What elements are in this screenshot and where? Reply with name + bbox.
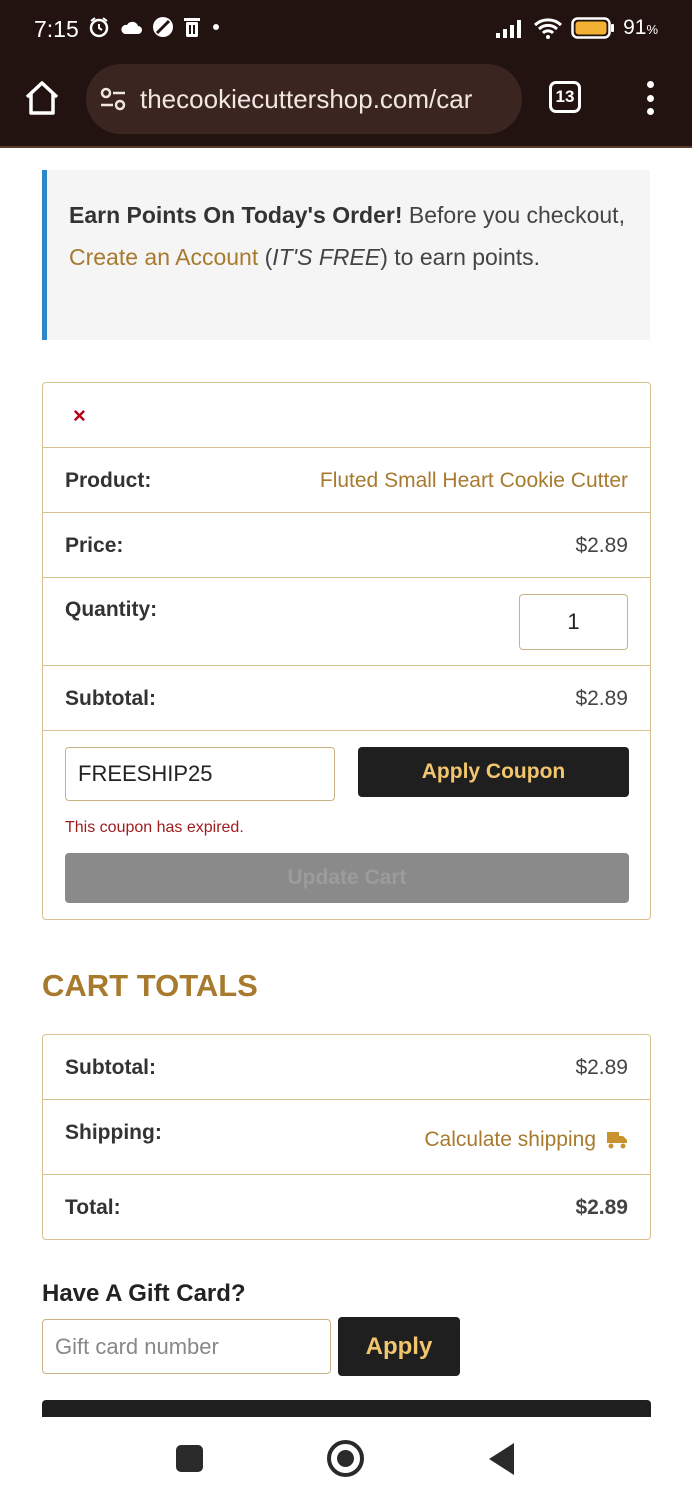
points-text-3: ) to earn points. [380, 244, 541, 270]
status-bar: 7:15 91% [0, 0, 692, 62]
quantity-label: Quantity: [65, 598, 158, 621]
status-time: 7:15 [34, 16, 79, 42]
total-value: $2.89 [575, 1196, 628, 1219]
update-cart-button[interactable]: Update Cart [65, 853, 629, 903]
browser-toolbar: thecookiecuttershop.com/car 13 [0, 62, 692, 148]
cart-row-remove: × [43, 383, 650, 448]
battery-icon [571, 17, 615, 39]
totals-row-shipping: Shipping: Calculate shipping [43, 1100, 650, 1175]
trash-icon [184, 18, 200, 37]
totals-subtotal-label: Subtotal: [65, 1056, 156, 1079]
signal-icon [496, 20, 522, 38]
circle-slash-icon [153, 17, 173, 37]
site-settings-icon[interactable] [98, 84, 128, 114]
apply-coupon-button[interactable]: Apply Coupon [358, 747, 629, 797]
product-label: Product: [65, 469, 152, 492]
cart-row-product: Product: Fluted Small Heart Cookie Cutte… [43, 448, 650, 513]
tab-switcher-button[interactable]: 13 [549, 81, 581, 113]
subtotal-label: Subtotal: [65, 687, 156, 710]
cart-row-quantity: Quantity: 1 [43, 578, 650, 666]
price-label: Price: [65, 534, 124, 557]
points-free-text: IT'S FREE [272, 244, 381, 270]
totals-row-subtotal: Subtotal: $2.89 [43, 1035, 650, 1100]
gift-card-apply-button[interactable]: Apply [338, 1317, 460, 1376]
system-icons: 91% [495, 16, 658, 40]
home-nav-icon[interactable] [327, 1440, 364, 1477]
gift-card-input[interactable]: Gift card number [42, 1319, 331, 1374]
coupon-code-input[interactable]: FREESHIP25 [65, 747, 335, 801]
totals-subtotal-value: $2.89 [575, 1056, 628, 1079]
wifi-icon [534, 18, 563, 39]
product-link[interactable]: Fluted Small Heart Cookie Cutter [320, 469, 628, 493]
points-heading: Earn Points On Today's Order! [69, 202, 403, 228]
calculate-shipping-text[interactable]: Calculate shipping [424, 1128, 596, 1152]
price-value: $2.89 [575, 534, 628, 557]
dot-icon [213, 24, 219, 30]
totals-row-total: Total: $2.89 [43, 1175, 650, 1240]
coupon-error-message: This coupon has expired. [65, 819, 244, 836]
create-account-link[interactable]: Create an Account [69, 244, 258, 270]
checkout-button-edge[interactable] [42, 1400, 651, 1417]
back-icon[interactable] [489, 1443, 514, 1475]
quantity-input[interactable]: 1 [519, 594, 628, 650]
points-text-2: ( [258, 244, 273, 270]
cart-row-coupon: FREESHIP25 Apply Coupon This coupon has … [43, 731, 650, 919]
truck-icon [607, 1132, 627, 1149]
recents-icon[interactable] [176, 1445, 203, 1472]
gift-card-heading: Have A Gift Card? [42, 1280, 246, 1307]
cloud-icon [121, 21, 142, 34]
remove-item-button[interactable]: × [73, 403, 86, 429]
home-icon[interactable] [22, 78, 62, 118]
cart-table: × Product: Fluted Small Heart Cookie Cut… [42, 382, 651, 920]
shipping-label: Shipping: [65, 1121, 162, 1144]
alarm-icon [89, 17, 109, 38]
cart-totals-heading: CART TOTALS [42, 968, 258, 1003]
address-bar[interactable]: thecookiecuttershop.com/car [86, 64, 522, 134]
battery-percent: 91% [623, 16, 658, 39]
total-label: Total: [65, 1196, 121, 1219]
cart-row-subtotal: Subtotal: $2.89 [43, 666, 650, 731]
cart-row-price: Price: $2.89 [43, 513, 650, 578]
url-text[interactable]: thecookiecuttershop.com/car [140, 84, 472, 115]
points-text-1: Before you checkout, [402, 202, 625, 228]
cart-totals-table: Subtotal: $2.89 Shipping: Calculate ship… [42, 1034, 651, 1240]
system-nav-bar [0, 1417, 692, 1500]
subtotal-value: $2.89 [575, 687, 628, 710]
notification-icons [88, 16, 222, 38]
calculate-shipping-link[interactable]: Calculate shipping [424, 1128, 628, 1152]
overflow-menu-icon[interactable] [636, 78, 664, 118]
points-banner: Earn Points On Today's Order! Before you… [42, 170, 650, 340]
